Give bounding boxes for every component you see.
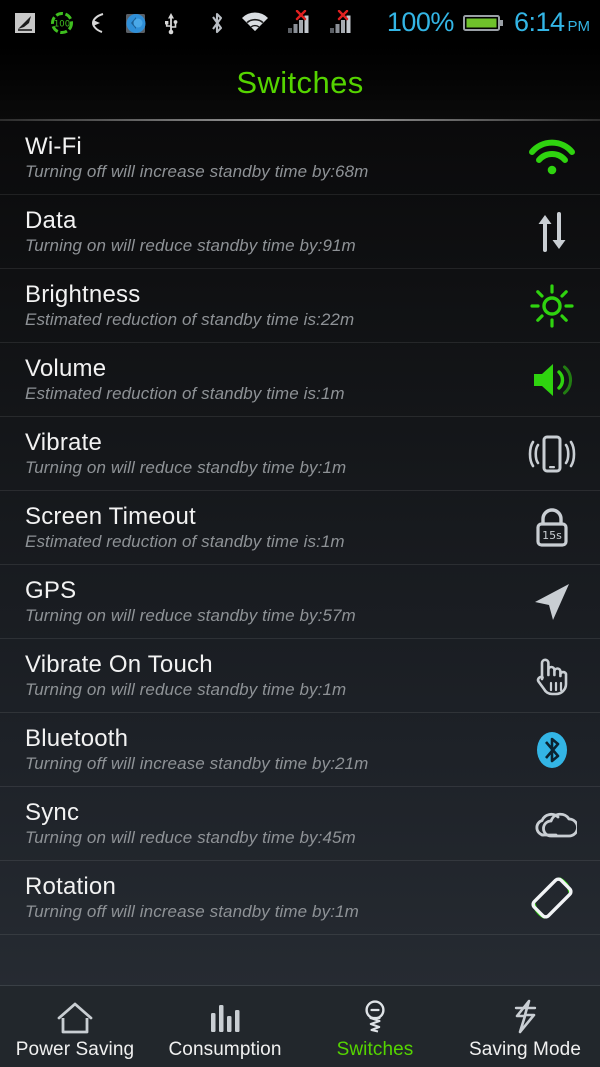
list-item[interactable]: Wi-Fi Turning off will increase standby … — [0, 121, 600, 195]
sync-cloud-icon[interactable] — [520, 796, 584, 852]
row-text: Screen Timeout Estimated reduction of st… — [25, 504, 520, 551]
wifi-icon[interactable] — [520, 130, 584, 186]
tab-label: Switches — [336, 1038, 414, 1060]
page-title: Switches — [236, 65, 364, 100]
switches-list[interactable]: Wi-Fi Turning off will increase standby … — [0, 121, 600, 991]
usb-icon — [162, 11, 180, 35]
tab-label: Consumption — [168, 1038, 282, 1060]
row-text: Rotation Turning off will increase stand… — [25, 874, 520, 921]
row-subtitle: Estimated reduction of standby time is:1… — [25, 384, 345, 404]
clock-meridiem: PM — [567, 18, 591, 35]
row-title: Brightness — [25, 280, 141, 308]
sim1-no-service-icon — [284, 9, 312, 36]
row-subtitle: Estimated reduction of standby time is:2… — [25, 310, 355, 330]
battery-100-circle-icon: 100 — [50, 11, 74, 35]
row-text: Data Turning on will reduce standby time… — [25, 208, 520, 255]
battery-percent-label: 100% — [386, 7, 455, 37]
signal-boost-icon — [14, 11, 36, 35]
tab-saving-mode[interactable]: Saving Mode — [450, 986, 600, 1067]
app-screen: 100 100% 6:14 PM Switches Wi-Fi Turning … — [0, 0, 600, 1067]
row-title: Wi-Fi — [25, 132, 82, 160]
rotation-icon[interactable] — [520, 870, 584, 926]
row-text: GPS Turning on will reduce standby time … — [25, 578, 520, 625]
list-item[interactable]: Vibrate Turning on will reduce standby t… — [0, 417, 600, 491]
brightness-sun-icon[interactable] — [520, 278, 584, 334]
status-bar: 100 100% 6:14 PM — [0, 0, 600, 45]
tab-label: Power Saving — [15, 1038, 135, 1060]
bottom-tab-bar[interactable]: Power Saving Consumption Switches Saving… — [0, 985, 600, 1067]
list-item[interactable]: Rotation Turning off will increase stand… — [0, 861, 600, 935]
swipe-gesture-icon — [88, 11, 110, 35]
row-subtitle: Turning on will reduce standby time by:1… — [25, 680, 347, 700]
row-subtitle: Turning on will reduce standby time by:9… — [25, 236, 356, 256]
row-title: Bluetooth — [25, 724, 129, 752]
lightning-bolt-icon — [509, 997, 541, 1035]
page-header: Switches — [0, 45, 600, 121]
row-subtitle: Turning off will increase standby time b… — [25, 902, 359, 922]
status-bar-clock: 6:14 PM — [514, 7, 590, 38]
row-subtitle: Turning off will increase standby time b… — [25, 754, 369, 774]
status-bar-icons: 100 — [14, 9, 354, 36]
row-text: Vibrate Turning on will reduce standby t… — [25, 430, 520, 477]
status-bar-right: 100% 6:14 PM — [387, 7, 590, 38]
bluetooth-icon — [208, 10, 226, 36]
clock-time: 6:14 — [513, 7, 565, 37]
row-text: Brightness Estimated reduction of standb… — [25, 282, 520, 329]
list-item[interactable]: Volume Estimated reduction of standby ti… — [0, 343, 600, 417]
list-item[interactable]: Sync Turning on will reduce standby time… — [0, 787, 600, 861]
wifi-icon — [240, 11, 270, 35]
row-subtitle: Estimated reduction of standby time is:1… — [25, 532, 345, 552]
row-title: Screen Timeout — [25, 502, 196, 530]
row-text: Bluetooth Turning off will increase stan… — [25, 726, 520, 773]
list-item[interactable]: Data Turning on will reduce standby time… — [0, 195, 600, 269]
row-title: Vibrate On Touch — [25, 650, 213, 678]
row-text: Vibrate On Touch Turning on will reduce … — [25, 652, 520, 699]
row-title: Rotation — [25, 872, 116, 900]
bluetooth-icon[interactable] — [520, 722, 584, 778]
lightbulb-icon — [360, 997, 390, 1035]
vibrate-phone-icon[interactable] — [520, 426, 584, 482]
row-title: Data — [25, 206, 77, 234]
row-title: Volume — [25, 354, 107, 382]
row-subtitle: Turning on will reduce standby time by:4… — [25, 828, 356, 848]
tab-label: Saving Mode — [468, 1038, 581, 1060]
list-item[interactable]: GPS Turning on will reduce standby time … — [0, 565, 600, 639]
tab-consumption[interactable]: Consumption — [150, 986, 300, 1067]
row-subtitle: Turning on will reduce standby time by:1… — [25, 458, 347, 478]
screen-timeout-lock-icon[interactable]: 15s — [520, 500, 584, 556]
data-transfer-icon[interactable] — [520, 204, 584, 260]
row-title: GPS — [25, 576, 77, 604]
row-subtitle: Turning off will increase standby time b… — [25, 162, 369, 182]
list-item[interactable]: Vibrate On Touch Turning on will reduce … — [0, 639, 600, 713]
volume-speaker-icon[interactable] — [520, 352, 584, 408]
list-item[interactable]: Bluetooth Turning off will increase stan… — [0, 713, 600, 787]
row-text: Volume Estimated reduction of standby ti… — [25, 356, 520, 403]
list-item[interactable]: Brightness Estimated reduction of standb… — [0, 269, 600, 343]
row-text: Wi-Fi Turning off will increase standby … — [25, 134, 520, 181]
gps-arrow-icon[interactable] — [520, 574, 584, 630]
row-title: Sync — [25, 798, 80, 826]
touch-hand-icon[interactable] — [520, 648, 584, 704]
row-title: Vibrate — [25, 428, 103, 456]
row-text: Sync Turning on will reduce standby time… — [25, 800, 520, 847]
sim2-no-service-icon — [326, 9, 354, 36]
home-icon — [55, 997, 95, 1035]
app-update-icon — [124, 11, 148, 35]
row-subtitle: Turning on will reduce standby time by:5… — [25, 606, 356, 626]
tab-switches[interactable]: Switches — [300, 986, 450, 1067]
lock-timeout-label: 15s — [542, 529, 562, 542]
bar-chart-icon — [208, 997, 242, 1035]
list-item[interactable]: Screen Timeout Estimated reduction of st… — [0, 491, 600, 565]
svg-text:100: 100 — [54, 19, 70, 29]
tab-power-saving[interactable]: Power Saving — [0, 986, 150, 1067]
battery-icon — [462, 11, 505, 35]
